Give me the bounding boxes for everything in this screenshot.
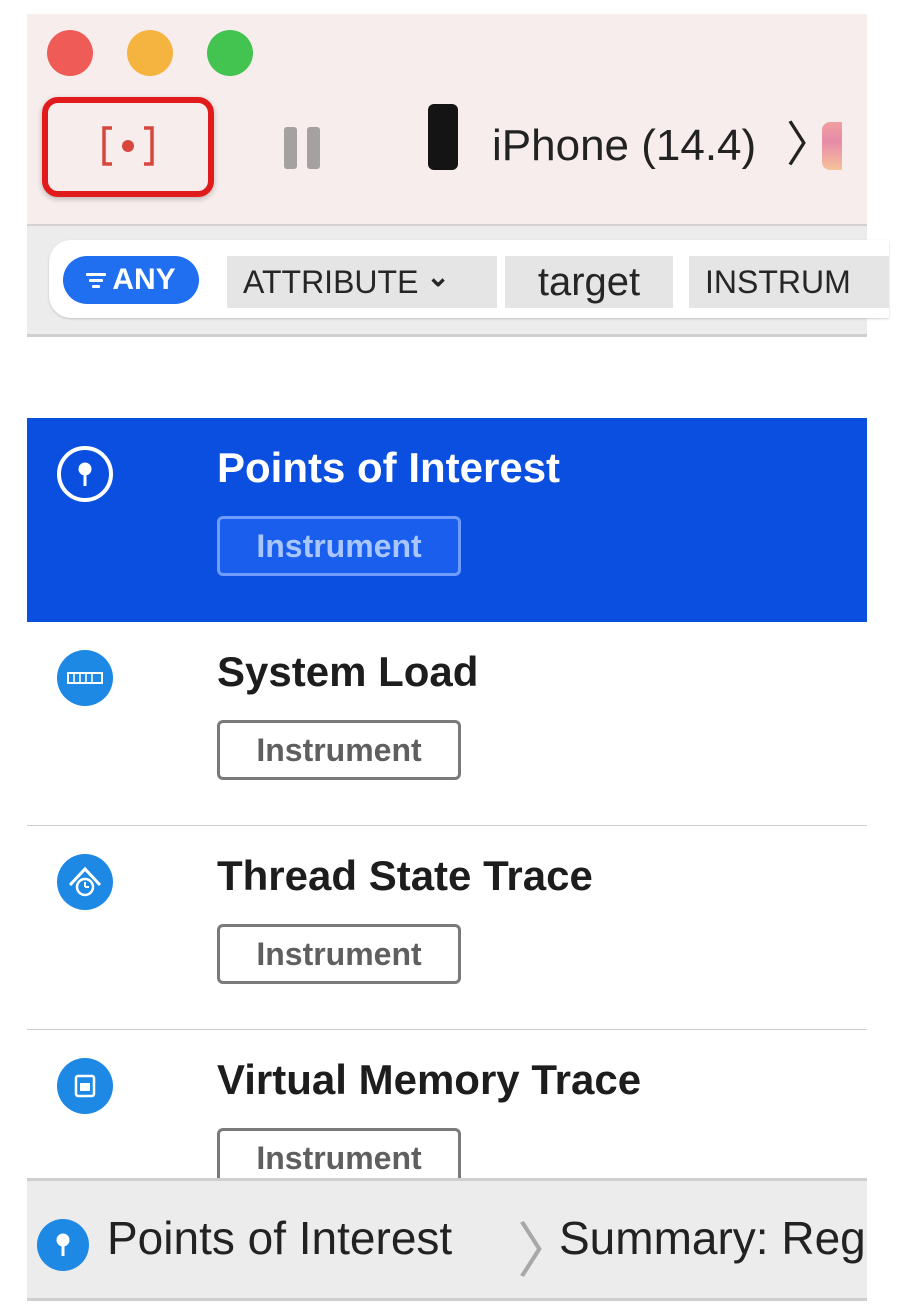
breadcrumb-item[interactable]: Points of Interest — [107, 1211, 452, 1265]
pin-icon — [37, 1219, 89, 1271]
attribute-token[interactable]: ATTRIBUTE ⌄ — [227, 256, 497, 308]
list-item-title: System Load — [217, 648, 479, 695]
filter-any-button[interactable]: ANY — [63, 256, 199, 304]
record-icon — [102, 126, 154, 166]
close-window-button[interactable] — [47, 30, 93, 76]
minimize-window-button[interactable] — [127, 30, 173, 76]
thread-state-icon — [57, 854, 113, 910]
instrument-badge: Instrument — [217, 516, 461, 576]
instrument-badge: Instrument — [217, 1128, 461, 1178]
attribute-label: ATTRIBUTE — [243, 263, 419, 300]
instrument-badge: Instrument — [217, 720, 461, 780]
breadcrumb: Points of Interest 〉 Summary: Reg — [27, 1178, 867, 1298]
list-item[interactable]: Thread State Trace Instrument — [27, 826, 867, 1032]
list-item[interactable]: System Load Instrument — [27, 622, 867, 828]
pause-icon — [284, 127, 297, 169]
filter-field[interactable]: ANY ATTRIBUTE ⌄ target INSTRUM — [49, 240, 889, 318]
list-item-title: Points of Interest — [217, 444, 561, 491]
app-icon[interactable] — [822, 122, 842, 170]
zoom-window-button[interactable] — [207, 30, 253, 76]
filter-icon — [86, 272, 107, 288]
phone-icon[interactable] — [428, 104, 458, 170]
breadcrumb-item[interactable]: Summary: Reg — [559, 1211, 866, 1265]
pause-button[interactable] — [272, 108, 332, 188]
list-item-title: Thread State Trace — [217, 852, 593, 899]
record-button[interactable] — [54, 106, 202, 186]
bottom-divider — [27, 1298, 867, 1301]
filter-bar: ANY ATTRIBUTE ⌄ target INSTRUM — [27, 226, 889, 336]
system-load-icon — [57, 650, 113, 706]
instrument-token[interactable]: INSTRUM — [689, 256, 889, 308]
list-item[interactable]: Virtual Memory Trace Instrument — [27, 1030, 867, 1178]
filter-any-label: ANY — [112, 263, 176, 296]
virtual-memory-icon — [57, 1058, 113, 1114]
pin-icon — [57, 446, 113, 502]
list-item[interactable]: Points of Interest Instrument — [27, 418, 867, 622]
chevron-down-icon: ⌄ — [426, 260, 450, 292]
device-selector[interactable]: iPhone (14.4) — [492, 106, 756, 186]
filter-divider — [27, 334, 867, 337]
target-token[interactable]: target — [505, 256, 673, 308]
instrument-badge: Instrument — [217, 924, 461, 984]
list-item-title: Virtual Memory Trace — [217, 1056, 642, 1103]
